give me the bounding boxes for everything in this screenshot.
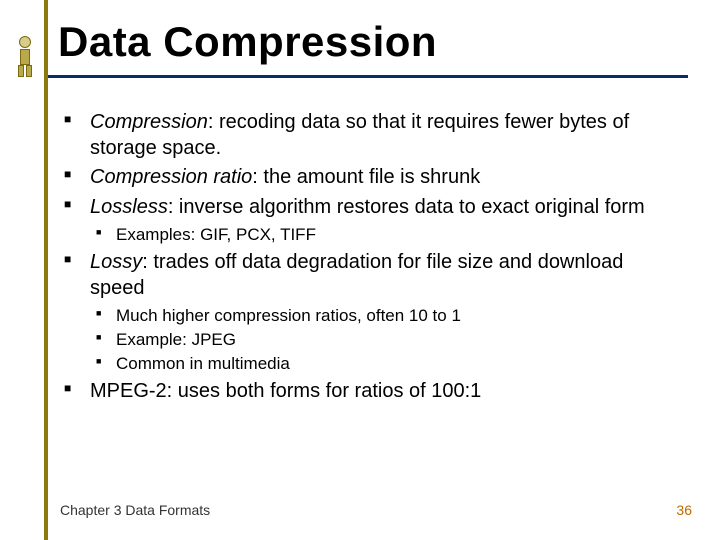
bullet-compression: Compression: recoding data so that it re… bbox=[60, 110, 676, 161]
content-area: Compression: recoding data so that it re… bbox=[60, 110, 676, 408]
sub-bullet: Much higher compression ratios, often 10… bbox=[90, 305, 676, 327]
text: Much higher compression ratios, often 10… bbox=[116, 306, 461, 325]
slide-title: Data Compression bbox=[58, 18, 437, 66]
text: Common in multimedia bbox=[116, 354, 290, 373]
sub-bullet: Example: JPEG bbox=[90, 329, 676, 351]
bullet-lossless: Lossless: inverse algorithm restores dat… bbox=[60, 195, 676, 246]
bullet-mpeg2: MPEG-2: uses both forms for ratios of 10… bbox=[60, 379, 676, 405]
text: : trades off data degradation for file s… bbox=[90, 251, 623, 299]
text: MPEG-2: uses both forms for ratios of 10… bbox=[90, 380, 481, 402]
term-compression: Compression bbox=[90, 111, 208, 133]
text: : inverse algorithm restores data to exa… bbox=[168, 196, 645, 218]
text: Examples: GIF, PCX, TIFF bbox=[116, 225, 316, 244]
term-lossy: Lossy bbox=[90, 251, 142, 273]
vertical-rule bbox=[44, 0, 48, 540]
sub-bullet: Examples: GIF, PCX, TIFF bbox=[90, 224, 676, 246]
text: Example: JPEG bbox=[116, 330, 236, 349]
text: : the amount file is shrunk bbox=[252, 166, 480, 188]
term-compression-ratio: Compression ratio bbox=[90, 166, 252, 188]
page-number: 36 bbox=[676, 502, 692, 518]
sub-bullet: Common in multimedia bbox=[90, 353, 676, 375]
person-icon bbox=[14, 36, 36, 76]
bullet-compression-ratio: Compression ratio: the amount file is sh… bbox=[60, 165, 676, 191]
title-underline bbox=[48, 75, 688, 78]
term-lossless: Lossless bbox=[90, 196, 168, 218]
footer-chapter: Chapter 3 Data Formats bbox=[60, 502, 210, 518]
bullet-lossy: Lossy: trades off data degradation for f… bbox=[60, 250, 676, 374]
